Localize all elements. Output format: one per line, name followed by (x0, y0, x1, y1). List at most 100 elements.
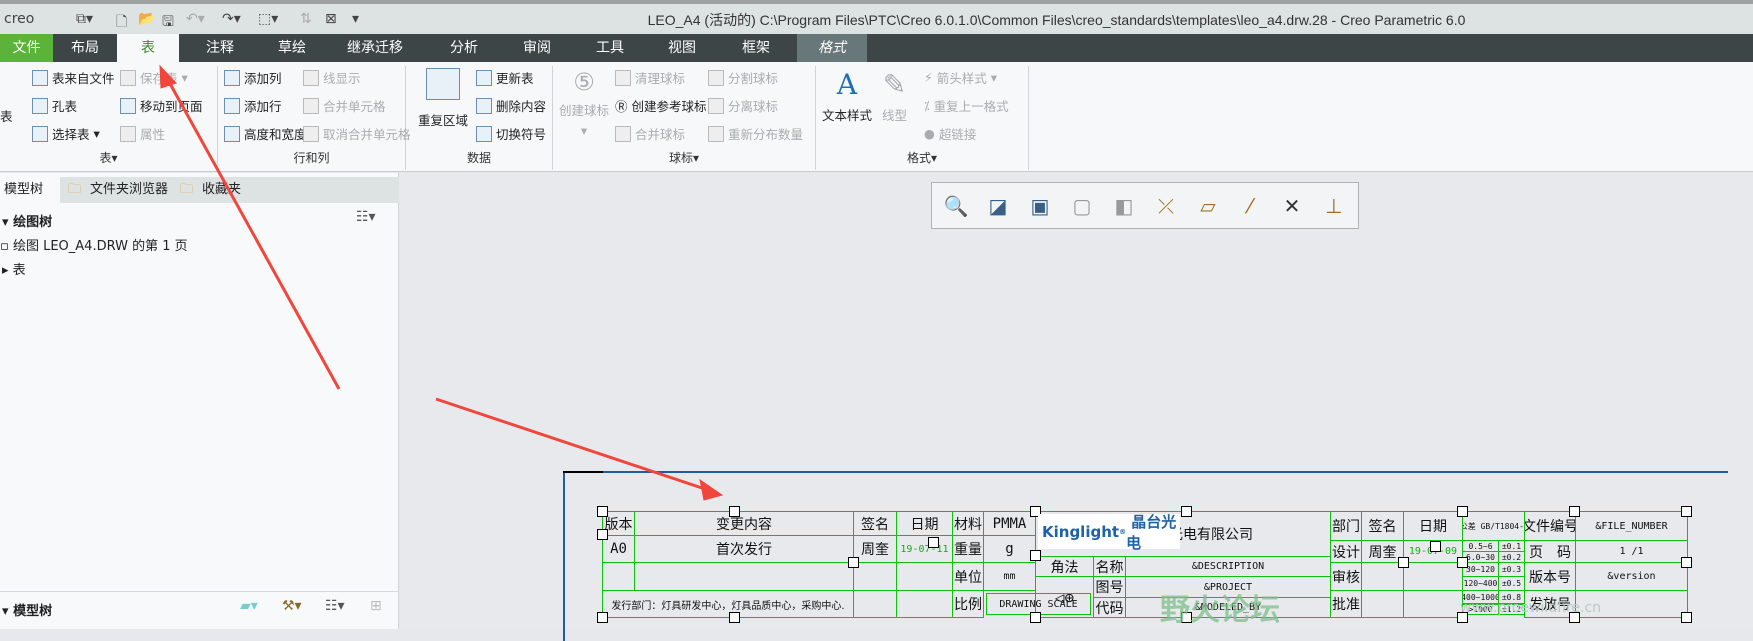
weight-value[interactable]: g (983, 535, 1036, 563)
tab-annotate[interactable]: 注释 (190, 34, 250, 62)
update-table-button[interactable]: 更新表 (476, 68, 534, 87)
name-header[interactable]: 名称 (1093, 556, 1126, 577)
selection-handle[interactable] (597, 529, 608, 540)
properties-button[interactable]: 属性 (120, 124, 165, 143)
clean-balloons-button[interactable]: 清理球标 (615, 68, 685, 87)
tolerance-title[interactable]: 未标公差 GB/T1804-2000 (1462, 511, 1525, 541)
selection-handle[interactable] (729, 506, 740, 517)
switch-symbol-button[interactable]: 切换符号 (476, 124, 546, 143)
selection-handle[interactable] (1457, 557, 1468, 568)
tab-favorites[interactable]: 🗀 收藏夹 (180, 177, 241, 203)
selection-handle[interactable] (1181, 506, 1192, 517)
design-header[interactable]: 设计 (1330, 540, 1362, 563)
save-table-button[interactable]: 保存表 ▾ (120, 68, 188, 87)
page-header[interactable]: 页 码 (1524, 540, 1576, 563)
selection-handle[interactable] (597, 612, 608, 623)
scale-header[interactable]: 比例 (952, 590, 984, 618)
selection-handle[interactable] (597, 506, 608, 517)
page-value[interactable]: 1 /1 (1575, 540, 1688, 563)
material-value[interactable]: PMMA (983, 511, 1036, 536)
empty-cell[interactable] (1361, 590, 1404, 618)
selection-handle[interactable] (1030, 550, 1041, 561)
tree-columns-icon[interactable]: ☷▾ (325, 598, 345, 614)
date-header[interactable]: 日期 (896, 511, 953, 536)
tab-view[interactable]: 视图 (652, 34, 712, 62)
tab-frame[interactable]: 框架 (725, 34, 787, 62)
csys-display-icon[interactable]: ⊥ (1316, 189, 1352, 223)
selection-handle[interactable] (1681, 557, 1692, 568)
empty-cell[interactable] (634, 562, 854, 591)
hyperlink-button[interactable]: ● 超链接 (924, 124, 976, 143)
dept-header[interactable]: 部门 (1330, 511, 1362, 541)
selection-handle[interactable] (848, 557, 859, 568)
selection-handle[interactable] (1398, 557, 1409, 568)
text-style-button[interactable]: A 文本样式 (822, 68, 872, 124)
tolerance-range[interactable]: 120~400 (1462, 576, 1499, 591)
redistribute-qty-button[interactable]: 重新分布数量 (708, 124, 803, 143)
merge-cells-button[interactable]: 合并单元格 (303, 96, 386, 115)
height-width-button[interactable]: 高度和宽度 (224, 124, 307, 143)
point-display-icon[interactable]: ✕ (1274, 189, 1310, 223)
zoom-icon[interactable]: 🔍 (938, 189, 974, 223)
detach-balloons-button[interactable]: 分离球标 (708, 96, 778, 115)
unit-value[interactable]: mm (983, 562, 1036, 591)
code-header[interactable]: 代码 (1093, 597, 1126, 618)
empty-cell[interactable] (1403, 590, 1463, 618)
tab-legacy-migration[interactable]: 继承迁移 (335, 34, 415, 62)
split-balloons-button[interactable]: 分割球标 (708, 68, 778, 87)
empty-cell[interactable] (896, 590, 953, 618)
empty-cell[interactable] (602, 562, 635, 591)
tab-file[interactable]: 文件 (0, 34, 53, 62)
saved-views-icon[interactable]: ◧ (1106, 189, 1142, 223)
unmerge-cells-button[interactable]: 取消合并单元格 (303, 124, 411, 143)
tab-sketch[interactable]: 草绘 (262, 34, 322, 62)
tab-analysis[interactable]: 分析 (434, 34, 494, 62)
date2-header[interactable]: 日期 (1403, 511, 1463, 541)
model-tree-header[interactable]: ▾ 模型树 (2, 600, 52, 619)
axis-display-icon[interactable]: ⤫ (1148, 189, 1184, 223)
change-value[interactable]: 首次发行 (634, 535, 854, 563)
empty-cell[interactable] (1403, 562, 1463, 591)
name-value[interactable]: &DESCRIPTION (1125, 556, 1331, 577)
selection-handle[interactable] (1681, 612, 1692, 623)
tab-tools[interactable]: 工具 (580, 34, 640, 62)
show-hidden-icon[interactable]: ⊞ (370, 598, 382, 614)
balloon-group-label[interactable]: 球标▾ (553, 149, 815, 166)
selection-handle[interactable] (1030, 612, 1041, 623)
selection-handle[interactable] (1457, 506, 1468, 517)
drawing-tree-header[interactable]: ▾ 绘图树 (2, 211, 52, 230)
repeat-region-button[interactable]: 重复区域 (418, 68, 468, 129)
date-value[interactable]: 19-07-11 (896, 535, 953, 563)
arrow-style-button[interactable]: ⚡ 箭头样式 ▾ (924, 68, 997, 87)
tab-format[interactable]: 格式 (797, 34, 867, 62)
table-button[interactable]: 表 (0, 106, 13, 125)
signer-value[interactable]: 周奎 (853, 535, 897, 563)
move-to-sheet-button[interactable]: 移动到页面 (120, 96, 203, 115)
delete-content-button[interactable]: 删除内容 (476, 96, 546, 115)
drawno-header[interactable]: 图号 (1093, 576, 1126, 598)
angle-header[interactable]: 角法 (1035, 556, 1094, 577)
weight-header[interactable]: 重量 (952, 535, 984, 563)
tree-item-table[interactable]: ▸ 表 (2, 259, 26, 278)
tolerance-value[interactable]: ±0.3 (1498, 562, 1525, 577)
tab-model-tree[interactable]: 模型树 (0, 177, 60, 203)
create-ref-balloon-button[interactable]: Ⓡ 创建参考球标 (615, 96, 707, 115)
shaded-view-icon[interactable]: ▣ (1022, 189, 1058, 223)
tree-settings-icon[interactable]: ☷▾ (356, 209, 376, 225)
revision-header[interactable]: 版本号 (1524, 562, 1576, 591)
select-table-button[interactable]: 选择表 ▾ (32, 124, 100, 143)
tab-table[interactable]: 表 (117, 34, 179, 62)
tab-review[interactable]: 审阅 (507, 34, 567, 62)
create-balloon-button[interactable]: ⑤ 创建球标 ▾ (559, 68, 609, 138)
empty-cell[interactable] (853, 562, 897, 591)
issue-dept-text[interactable]: 发行部门：灯具研发中心，灯具品质中心，采购中心. (602, 590, 854, 618)
format-group-label[interactable]: 格式▾ (816, 149, 1028, 166)
selection-handle[interactable] (729, 612, 740, 623)
tools-icon[interactable]: ⚒▾ (282, 598, 302, 614)
tab-folder-browser[interactable]: 🗀 文件夹浏览器 (68, 177, 168, 203)
sign-header[interactable]: 签名 (853, 511, 897, 536)
repaint-icon[interactable]: ◪ (980, 189, 1016, 223)
line-style-button[interactable]: ✎ 线型 (882, 68, 907, 124)
tree-item-sheet[interactable]: ▫ 绘图 LEO_A4.DRW 的第 1 页 (0, 235, 188, 254)
review-header[interactable]: 审核 (1330, 562, 1362, 591)
